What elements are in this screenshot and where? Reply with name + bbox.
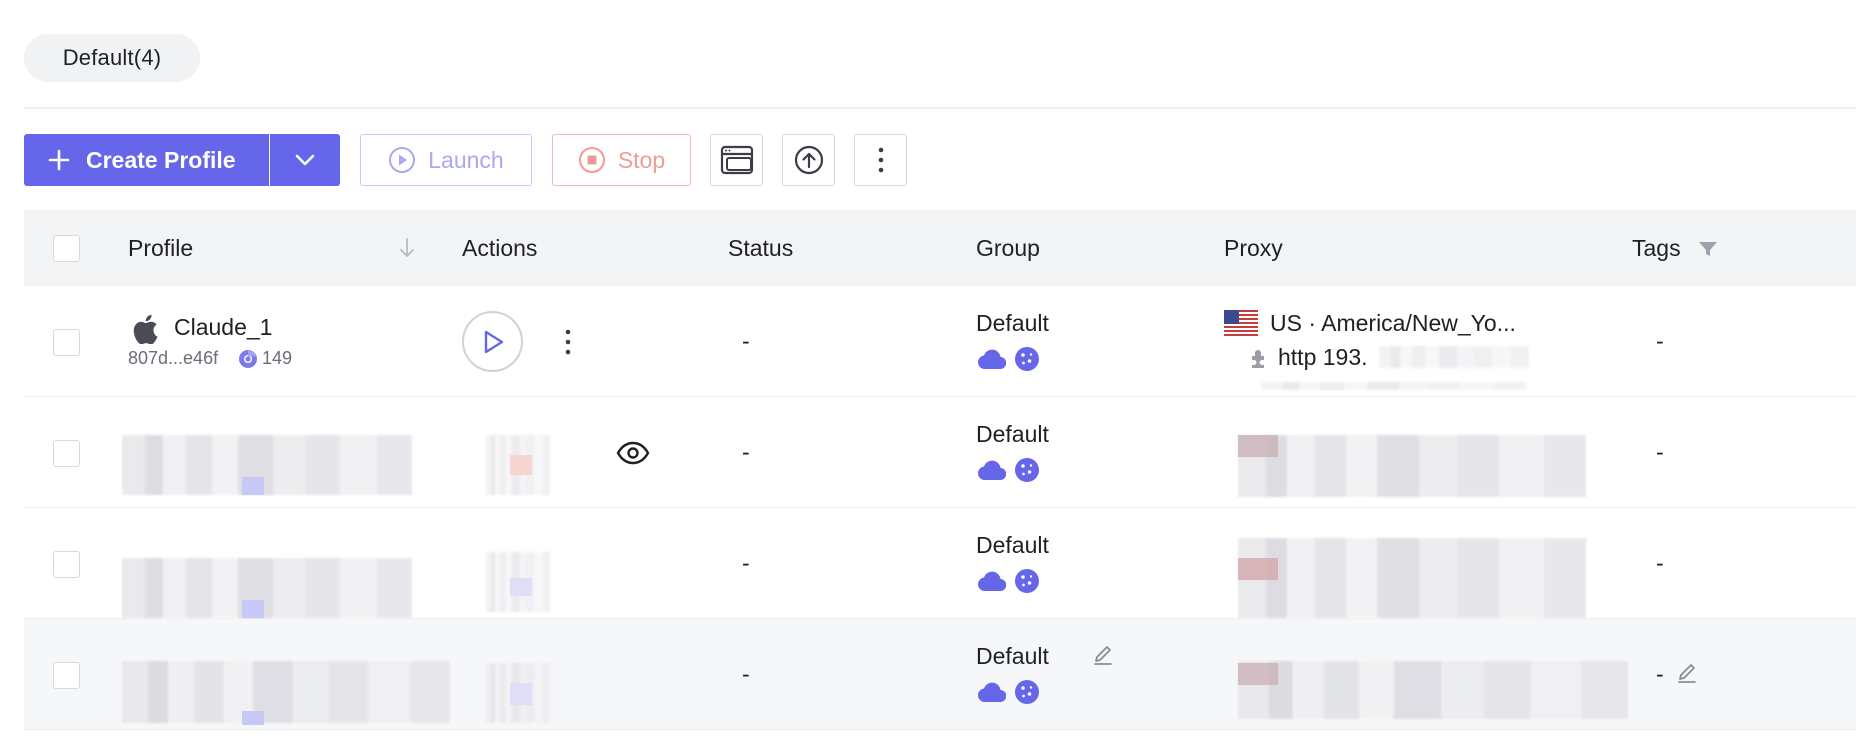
status-value: - (742, 661, 750, 687)
stop-circle-icon (578, 147, 605, 173)
redacted-accent (510, 455, 532, 475)
redacted-proxy-ip (1379, 346, 1529, 368)
status-value: - (742, 439, 750, 465)
redacted-profile (122, 661, 450, 723)
group-value: Default (976, 310, 1049, 336)
cookie-icon (1015, 569, 1039, 593)
tab-divider (24, 107, 1856, 109)
redacted-accent (510, 578, 532, 596)
tags-value: - (1656, 328, 1664, 354)
play-icon (484, 330, 503, 353)
plugin-icon (1252, 350, 1264, 368)
upload-button[interactable] (782, 134, 835, 186)
column-header-tags[interactable]: Tags (1632, 210, 1681, 286)
tags-value: - (1656, 439, 1664, 465)
redacted-proxy (1238, 538, 1586, 618)
profile-id: 807d...e46f (128, 348, 219, 368)
redacted-profile (122, 435, 412, 495)
redacted-profile (122, 558, 412, 618)
select-all-checkbox[interactable] (53, 235, 80, 262)
edit-group-pencil-icon[interactable] (1092, 645, 1114, 667)
group-value: Default (976, 643, 1049, 669)
table-row[interactable]: Claude_1 807d...e46f 149 - Default US · … (24, 286, 1856, 397)
row-checkbox[interactable] (53, 551, 80, 578)
profile-name[interactable]: Claude_1 (174, 314, 272, 341)
cloud-icon (978, 349, 1006, 370)
launch-label: Launch (428, 146, 504, 173)
profiles-page: Default(4) Create Profile Launch Stop Pr… (0, 0, 1856, 751)
plus-icon (48, 149, 70, 171)
redacted-accent (510, 683, 532, 705)
more-actions-button[interactable] (854, 134, 907, 186)
redacted-accent (242, 711, 264, 725)
group-value: Default (976, 532, 1049, 558)
redacted-proxy (1238, 435, 1586, 497)
stop-button[interactable]: Stop (552, 134, 691, 186)
column-header-actions: Actions (462, 234, 538, 261)
chevron-down-icon (295, 154, 315, 166)
us-flag-icon (1224, 310, 1258, 336)
table-row[interactable]: - Default - (24, 397, 1856, 508)
redacted-proxy (1238, 661, 1628, 719)
create-profile-button[interactable]: Create Profile (24, 134, 269, 186)
launch-button[interactable]: Launch (360, 134, 532, 186)
status-value: - (742, 550, 750, 576)
tags-value: - (1656, 661, 1664, 687)
column-header-status[interactable]: Status (728, 210, 793, 286)
redacted-accent (242, 477, 264, 495)
table-row[interactable]: - Default - (24, 619, 1856, 730)
row-checkbox[interactable] (53, 662, 80, 689)
column-header-group[interactable]: Group (976, 210, 1040, 286)
play-circle-icon (389, 147, 416, 173)
row-more-icon[interactable] (564, 328, 572, 356)
cloud-icon (978, 571, 1006, 592)
cookie-icon (1015, 458, 1039, 482)
status-value: - (742, 328, 750, 354)
window-icon (720, 145, 753, 175)
chromium-icon (239, 350, 257, 368)
proxy-address: http 193. (1278, 344, 1368, 370)
create-profile-dropdown-button[interactable] (269, 134, 340, 186)
edit-tags-pencil-icon[interactable] (1676, 663, 1698, 685)
proxy-location: US · America/New_Yo... (1270, 310, 1516, 336)
redacted-accent (242, 600, 264, 618)
column-header-proxy[interactable]: Proxy (1224, 210, 1283, 286)
cloud-icon (978, 460, 1006, 481)
launch-profile-button[interactable] (462, 311, 523, 372)
redacted-accent (1238, 558, 1278, 580)
sort-arrow-down-icon[interactable] (398, 236, 416, 260)
row-checkbox[interactable] (53, 329, 80, 356)
more-vertical-icon (878, 147, 883, 173)
eye-icon[interactable] (616, 441, 650, 465)
column-header-profile[interactable]: Profile (128, 210, 193, 286)
browser-version: 149 (262, 348, 293, 368)
table-row[interactable]: - Default - (24, 508, 1856, 619)
filter-icon[interactable] (1698, 240, 1718, 258)
arrow-up-circle-icon (794, 145, 823, 175)
group-tab-default[interactable]: Default(4) (24, 34, 200, 82)
row-checkbox[interactable] (53, 440, 80, 467)
cookie-icon (1015, 347, 1039, 371)
redacted-accent (1238, 663, 1278, 685)
apple-icon (133, 314, 158, 344)
window-sync-button[interactable] (710, 134, 763, 186)
redacted-area (1262, 382, 1526, 390)
create-profile-label: Create Profile (86, 146, 236, 173)
table-header: Profile Actions Status Group Proxy Tags (24, 210, 1856, 286)
group-value: Default (976, 421, 1049, 447)
cloud-icon (978, 682, 1006, 703)
tags-value: - (1656, 550, 1664, 576)
stop-label: Stop (617, 146, 666, 173)
redacted-accent (1238, 435, 1278, 457)
cookie-icon (1015, 680, 1039, 704)
